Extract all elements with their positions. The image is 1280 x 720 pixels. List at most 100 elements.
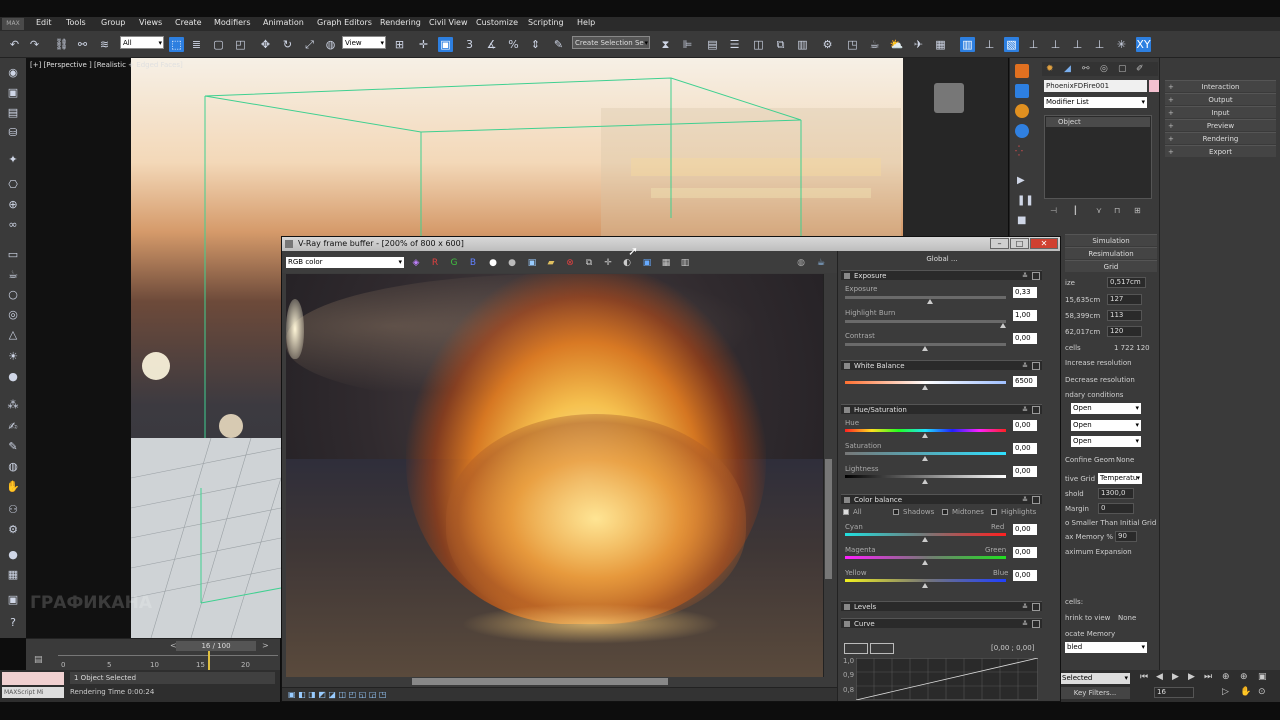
motion-tab-icon[interactable]: ◎: [1100, 64, 1108, 74]
track-mouse-icon[interactable]: ✛: [603, 258, 613, 268]
white-balance-knob[interactable]: [922, 385, 928, 390]
vfb-vertical-scrollbar[interactable]: [823, 274, 833, 677]
magenta-green-value[interactable]: 0,00: [1013, 547, 1037, 558]
stop-render-icon[interactable]: ◍: [796, 258, 806, 268]
menu-animation[interactable]: Animation: [263, 18, 304, 27]
levels-toggle[interactable]: [844, 604, 850, 610]
cylinder-icon[interactable]: ⛁: [5, 126, 21, 140]
levels-section[interactable]: Levels ≚: [841, 601, 1042, 611]
spinner-snap-icon[interactable]: ⇕: [528, 37, 543, 52]
curve-reset-button[interactable]: [870, 643, 894, 654]
snap-3d-icon[interactable]: 3: [462, 37, 477, 52]
menu-icon[interactable]: [1032, 496, 1040, 504]
output-rollout[interactable]: + Output: [1165, 93, 1276, 105]
keyboard-shortcut-icon[interactable]: ▣: [438, 37, 453, 52]
menu-civil-view[interactable]: Civil View: [429, 18, 468, 27]
cyan-red-slider[interactable]: [845, 533, 1006, 536]
midtones-checkbox[interactable]: [942, 509, 948, 515]
sun-icon[interactable]: ☀: [5, 350, 21, 364]
edit-named-sel-icon[interactable]: ✎: [551, 37, 566, 52]
lightness-value[interactable]: 0,00: [1013, 466, 1037, 477]
mono-channel-icon[interactable]: ●: [507, 258, 517, 268]
select-by-name-icon[interactable]: ≣: [189, 37, 204, 52]
color-balance-section[interactable]: Color balance ≚: [841, 494, 1042, 504]
paint-icon[interactable]: ✍: [5, 420, 21, 434]
phoenix-foam-tool-icon[interactable]: [1015, 124, 1029, 138]
blue-channel-button[interactable]: B: [468, 258, 478, 268]
ball-icon[interactable]: ●: [5, 370, 21, 384]
phoenix-wind-icon[interactable]: ⊥: [1092, 37, 1107, 52]
select-manipulate-icon[interactable]: ✛: [416, 37, 431, 52]
collapse-icon[interactable]: ≚: [1022, 495, 1028, 505]
zoom-icon[interactable]: ⊕: [1222, 672, 1230, 682]
key-mode-dropdown[interactable]: Selected: [1060, 673, 1130, 684]
yellow-blue-slider[interactable]: [845, 579, 1006, 582]
hand-icon[interactable]: ✋: [5, 480, 21, 494]
zoom-all-icon[interactable]: ⊕: [1240, 672, 1248, 682]
lens-effects-icon[interactable]: ▥: [680, 258, 690, 268]
global-label[interactable]: Global ...: [838, 255, 1046, 267]
phoenix-fire-tool-icon[interactable]: [1015, 64, 1029, 78]
contrast-value[interactable]: 0,00: [1013, 333, 1037, 344]
export-rollout[interactable]: + Export: [1165, 145, 1276, 157]
show-end-result-icon[interactable]: ┃: [1073, 206, 1078, 215]
cell-size-field[interactable]: 0,517cm: [1107, 277, 1146, 288]
teapot-icon[interactable]: ☕: [5, 268, 21, 282]
maximize-button[interactable]: □: [1010, 238, 1029, 249]
named-selection-dropdown[interactable]: Create Selection Se: [572, 36, 650, 50]
rendering-rollout[interactable]: + Rendering: [1165, 132, 1276, 144]
mirror-icon[interactable]: ⧗: [658, 37, 673, 52]
select-place-icon[interactable]: ◍: [323, 37, 338, 52]
phoenix-particles-icon[interactable]: ⁛: [1015, 146, 1029, 160]
boundary-z-dropdown[interactable]: Open: [1071, 436, 1141, 447]
size-z-field[interactable]: 120: [1107, 326, 1142, 337]
menu-views[interactable]: Views: [139, 18, 162, 27]
selection-filter-dropdown[interactable]: All: [120, 36, 164, 50]
render-icon[interactable]: ☕: [816, 258, 826, 268]
orbit-icon[interactable]: ⊙: [1258, 687, 1266, 697]
render-production-icon[interactable]: ☕: [867, 37, 882, 52]
collapse-icon[interactable]: ≚: [1022, 619, 1028, 629]
node-icon[interactable]: ⚇: [5, 503, 21, 517]
menu-group[interactable]: Group: [101, 18, 125, 27]
hue-knob[interactable]: [922, 433, 928, 438]
display-tab-icon[interactable]: ▢: [1118, 64, 1127, 74]
white-balance-toggle[interactable]: [844, 363, 850, 369]
phoenix-vorticity-icon[interactable]: ✳: [1114, 37, 1129, 52]
scale-icon[interactable]: ⤢: [302, 37, 317, 52]
modify-tab-icon[interactable]: ◢: [1064, 64, 1071, 74]
angle-snap-icon[interactable]: ∡: [484, 37, 499, 52]
create-tab-icon[interactable]: ✹: [1046, 64, 1054, 74]
percent-snap-icon[interactable]: %: [506, 37, 521, 52]
configure-modifier-icon[interactable]: ⊞: [1134, 206, 1141, 215]
duplicate-vfb-icon[interactable]: ⧉: [584, 258, 594, 268]
resimulation-rollout[interactable]: Resimulation: [1065, 247, 1157, 259]
align-icon[interactable]: ⊫: [680, 37, 695, 52]
remove-modifier-icon[interactable]: ⊓: [1114, 206, 1120, 215]
exposure-section[interactable]: Exposure ≚: [841, 270, 1042, 280]
magenta-green-knob[interactable]: [922, 560, 928, 565]
menu-create[interactable]: Create: [175, 18, 202, 27]
bind-space-warp-icon[interactable]: ≋: [97, 37, 112, 52]
settings-icon[interactable]: ⚙: [5, 523, 21, 537]
max-memory-field[interactable]: 90: [1115, 531, 1137, 542]
show-corrections-icon[interactable]: ▣: [642, 258, 652, 268]
white-balance-slider[interactable]: [845, 381, 1006, 384]
white-balance-value[interactable]: 6500: [1013, 376, 1037, 387]
schematic-icon[interactable]: ⧉: [773, 37, 788, 52]
spacewarp-icon[interactable]: ∞: [5, 218, 21, 232]
phoenix-grid-icon[interactable]: ▥: [960, 37, 975, 52]
vscroll-thumb[interactable]: [825, 459, 832, 579]
size-x-field[interactable]: 127: [1107, 294, 1142, 305]
move-icon[interactable]: ✥: [258, 37, 273, 52]
zoom-extents-icon[interactable]: ▣: [1258, 672, 1267, 682]
render-setup-icon[interactable]: ⚙: [820, 37, 835, 52]
scene-explorer-icon[interactable]: ☰: [727, 37, 742, 52]
goto-end-icon[interactable]: ⏭: [1204, 672, 1212, 682]
globe-icon[interactable]: ◍: [5, 460, 21, 474]
render-frame-window-icon[interactable]: ▦: [933, 37, 948, 52]
curve-editor-icon[interactable]: ◫: [751, 37, 766, 52]
menu-customize[interactable]: Customize: [476, 18, 518, 27]
camera-icon[interactable]: ⎔: [5, 178, 21, 192]
hue-saturation-toggle[interactable]: [844, 407, 850, 413]
